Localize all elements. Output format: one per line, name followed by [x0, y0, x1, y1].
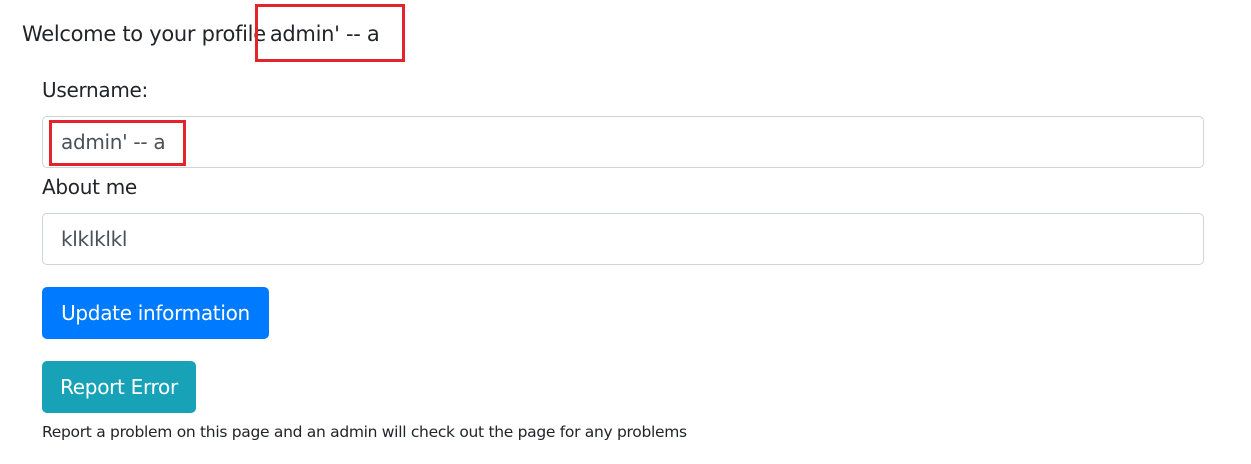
report-error-button[interactable]: Report Error	[42, 361, 196, 413]
welcome-username: admin' -- a	[269, 22, 380, 46]
report-note: Report a problem on this page and an adm…	[42, 423, 687, 441]
welcome-heading: Welcome to your profile admin' -- a	[22, 20, 380, 48]
username-label: Username:	[42, 78, 148, 102]
welcome-text: Welcome to your profile	[22, 22, 266, 46]
username-input[interactable]	[42, 116, 1204, 168]
update-information-button[interactable]: Update information	[42, 287, 269, 339]
about-label: About me	[42, 175, 137, 199]
about-input[interactable]	[42, 213, 1204, 265]
